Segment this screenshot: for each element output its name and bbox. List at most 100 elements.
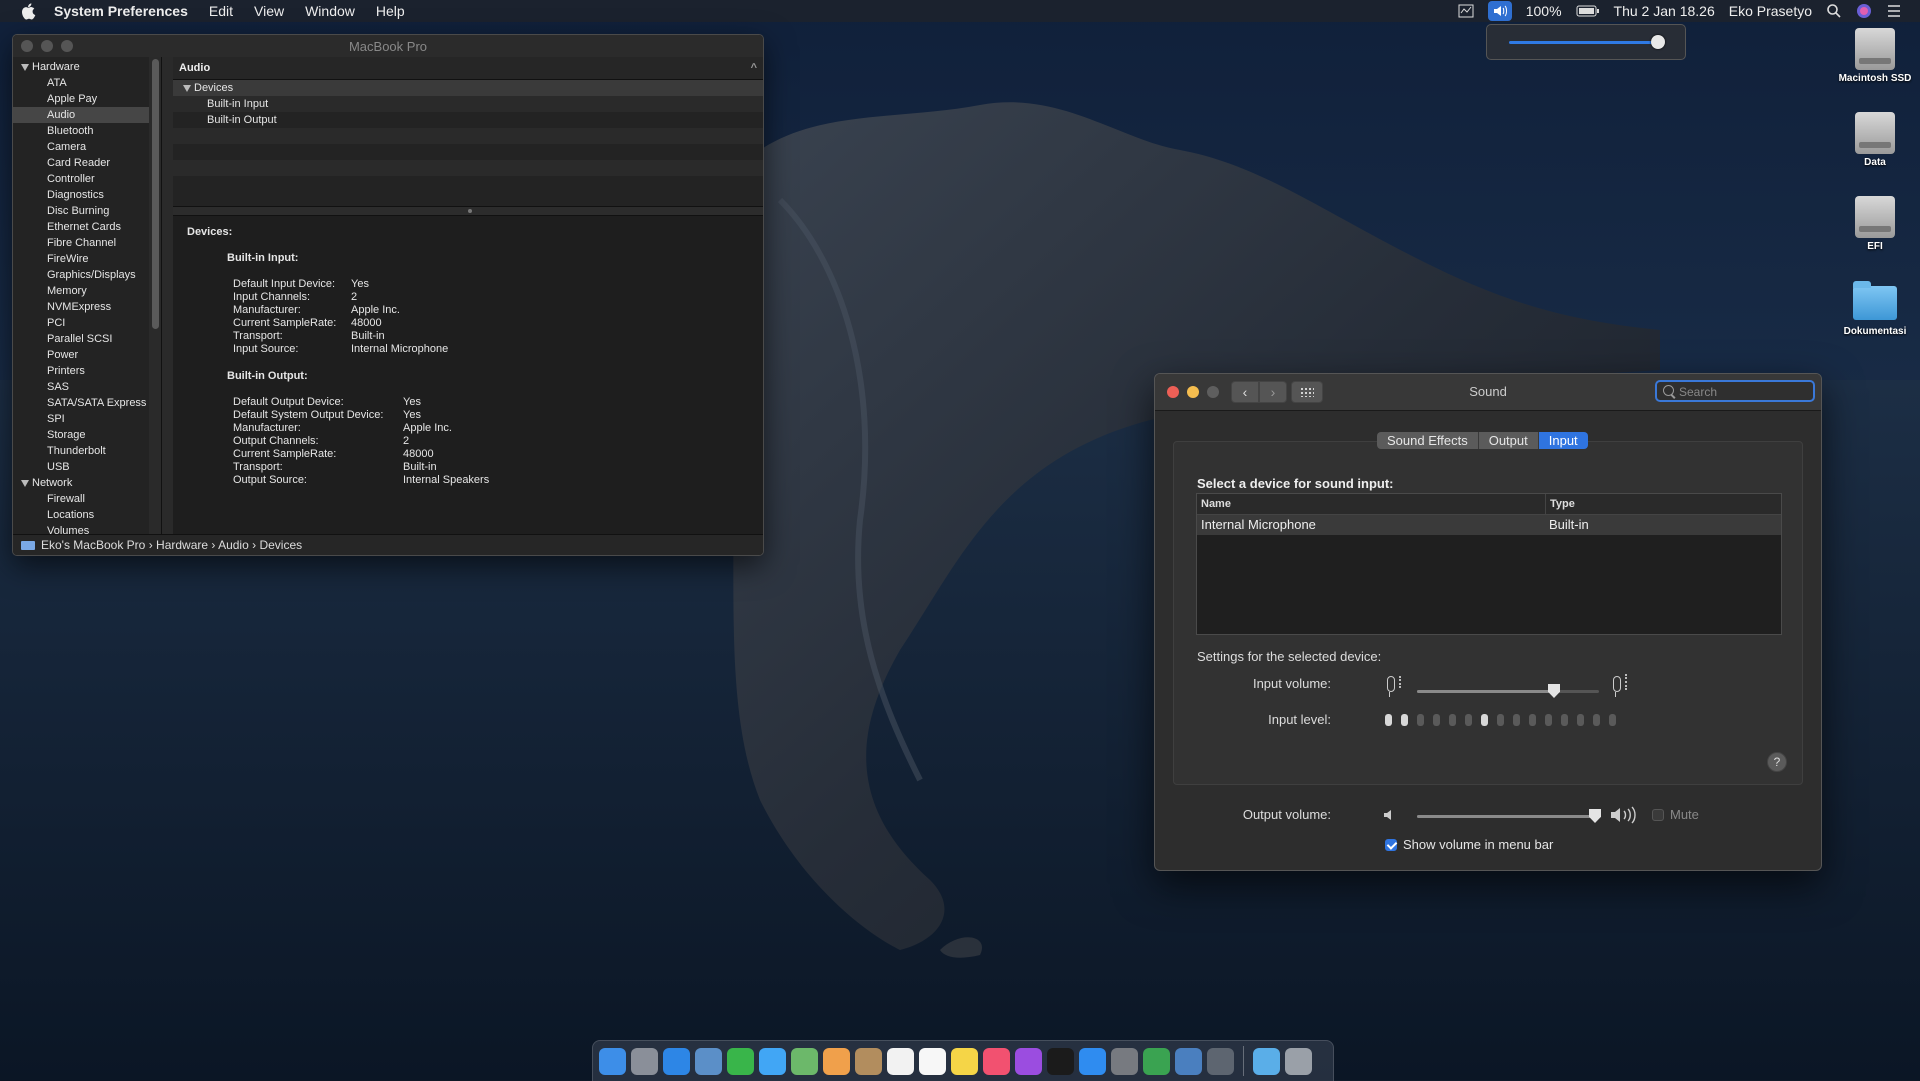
sidebar-item[interactable]: FireWire	[13, 251, 161, 267]
mute-checkbox-box[interactable]	[1652, 808, 1664, 821]
spotlight-search-icon[interactable]	[1826, 3, 1842, 19]
tab-sound-effects[interactable]: Sound Effects	[1377, 432, 1479, 449]
sidebar-item[interactable]: Ethernet Cards	[13, 219, 161, 235]
desktop-icon-data[interactable]: Data	[1830, 112, 1920, 168]
search-input[interactable]	[1677, 383, 1811, 401]
sysinfo-titlebar[interactable]: MacBook Pro	[13, 35, 763, 58]
desktop-icon-dokumentasi[interactable]: Dokumentasi	[1830, 280, 1920, 337]
contacts-icon[interactable]	[855, 1047, 882, 1075]
tv-icon[interactable]	[1047, 1047, 1074, 1075]
menu-user[interactable]: Eko Prasetyo	[1729, 3, 1812, 19]
search-field[interactable]	[1655, 380, 1815, 402]
sidebar-item[interactable]: PCI	[13, 315, 161, 331]
facetime-icon[interactable]	[727, 1047, 754, 1075]
volume-slider-track[interactable]	[1509, 41, 1655, 44]
breadcrumb-item[interactable]: Eko's MacBook Pro	[41, 538, 145, 552]
appstore-icon[interactable]	[1079, 1047, 1106, 1075]
notification-center-icon[interactable]	[1886, 3, 1902, 19]
systemprefs-icon[interactable]	[1111, 1047, 1138, 1075]
desktop-icon-efi[interactable]: EFI	[1830, 196, 1920, 252]
safari-icon[interactable]	[663, 1047, 690, 1075]
preview-icon[interactable]	[695, 1047, 722, 1075]
sidebar-item[interactable]: Card Reader	[13, 155, 161, 171]
content-header[interactable]: Audio ^	[173, 57, 763, 80]
sidebar-item[interactable]: Printers	[13, 363, 161, 379]
menu-view[interactable]: View	[254, 3, 284, 19]
notes-icon[interactable]	[951, 1047, 978, 1075]
sidebar-item[interactable]: Diagnostics	[13, 187, 161, 203]
launchpad-icon[interactable]	[631, 1047, 658, 1075]
finder-icon[interactable]	[599, 1047, 626, 1075]
help-button[interactable]: ?	[1767, 752, 1787, 772]
calendar-icon[interactable]	[887, 1047, 914, 1075]
sidebar-scrollbar[interactable]	[149, 57, 161, 535]
show-volume-checkbox-box[interactable]	[1385, 838, 1397, 851]
sidebar-item[interactable]: Storage	[13, 427, 161, 443]
sidebar-item[interactable]: USB	[13, 459, 161, 475]
sidebar-item[interactable]: Parallel SCSI	[13, 331, 161, 347]
tab-input[interactable]: Input	[1538, 432, 1588, 449]
sidebar-item[interactable]: Bluetooth	[13, 123, 161, 139]
column-header-type[interactable]: Type	[1546, 494, 1575, 514]
sidebar-item[interactable]: SAS	[13, 379, 161, 395]
sidebar-item[interactable]: Locations	[13, 507, 161, 523]
split-handle[interactable]	[173, 206, 763, 216]
disclosure-triangle-icon[interactable]	[183, 84, 191, 92]
siri-icon[interactable]	[1856, 3, 1872, 19]
tab-output[interactable]: Output	[1478, 432, 1539, 449]
tool-icon[interactable]	[1207, 1047, 1234, 1075]
desktop-icon-macintosh-ssd[interactable]: Macintosh SSD	[1830, 28, 1920, 84]
column-header-name[interactable]: Name	[1197, 494, 1546, 514]
menu-help[interactable]: Help	[376, 3, 405, 19]
reminders-icon[interactable]	[919, 1047, 946, 1075]
sidebar-item[interactable]: Disc Burning	[13, 203, 161, 219]
podcasts-icon[interactable]	[1015, 1047, 1042, 1075]
sidebar-item[interactable]: SATA/SATA Express	[13, 395, 161, 411]
apple-logo-icon[interactable]	[20, 2, 38, 20]
sidebar-item[interactable]: Thunderbolt	[13, 443, 161, 459]
sound-titlebar[interactable]: ‹ › Sound	[1155, 374, 1821, 411]
volume-slider-knob[interactable]	[1651, 35, 1665, 49]
trash-icon[interactable]	[1285, 1047, 1312, 1075]
network-utility-icon[interactable]	[1175, 1047, 1202, 1075]
maps-icon[interactable]	[791, 1047, 818, 1075]
sidebar-item[interactable]: Camera	[13, 139, 161, 155]
menu-app-name[interactable]: System Preferences	[54, 3, 188, 19]
output-volume-knob[interactable]	[1589, 809, 1601, 823]
photos-icon[interactable]	[823, 1047, 850, 1075]
sidebar-group-network[interactable]: Network	[13, 475, 161, 491]
downloads-folder-icon[interactable]	[1253, 1047, 1280, 1075]
sidebar-group-hardware[interactable]: Hardware	[13, 59, 161, 75]
messages-icon[interactable]	[759, 1047, 786, 1075]
sidebar-item[interactable]: Memory	[13, 283, 161, 299]
sidebar-item[interactable]: Audio	[13, 107, 161, 123]
sort-caret-icon[interactable]: ^	[751, 57, 757, 79]
sidebar-scroll-thumb[interactable]	[152, 59, 159, 329]
breadcrumb-item[interactable]: Hardware	[156, 538, 208, 552]
volume-menu-button[interactable]	[1487, 1, 1512, 21]
globe-icon[interactable]	[1143, 1047, 1170, 1075]
sidebar-item[interactable]: Power	[13, 347, 161, 363]
disclosure-triangle-icon[interactable]	[21, 479, 29, 487]
music-icon[interactable]	[983, 1047, 1010, 1075]
sidebar-item[interactable]: NVMExpress	[13, 299, 161, 315]
sidebar-item[interactable]: Controller	[13, 171, 161, 187]
tree-group-devices[interactable]: Devices	[173, 80, 763, 96]
sidebar-item[interactable]: Fibre Channel	[13, 235, 161, 251]
sidebar-item[interactable]: Apple Pay	[13, 91, 161, 107]
sidebar-item[interactable]: ATA	[13, 75, 161, 91]
menu-window[interactable]: Window	[305, 3, 355, 19]
menu-edit[interactable]: Edit	[209, 3, 233, 19]
breadcrumb-item[interactable]: Audio	[218, 538, 249, 552]
mute-checkbox[interactable]: Mute	[1652, 807, 1699, 822]
activity-monitor-icon[interactable]	[1458, 3, 1474, 19]
tree-item-built-in-input[interactable]: Built-in Input	[173, 96, 763, 112]
battery-icon[interactable]	[1576, 4, 1600, 18]
sidebar-item[interactable]: SPI	[13, 411, 161, 427]
menu-clock[interactable]: Thu 2 Jan 18.26	[1614, 3, 1715, 19]
breadcrumb-item[interactable]: Devices	[259, 538, 302, 552]
disclosure-triangle-icon[interactable]	[21, 63, 29, 71]
show-volume-checkbox[interactable]: Show volume in menu bar	[1385, 837, 1553, 852]
sidebar-item[interactable]: Graphics/Displays	[13, 267, 161, 283]
sidebar-item[interactable]: Firewall	[13, 491, 161, 507]
